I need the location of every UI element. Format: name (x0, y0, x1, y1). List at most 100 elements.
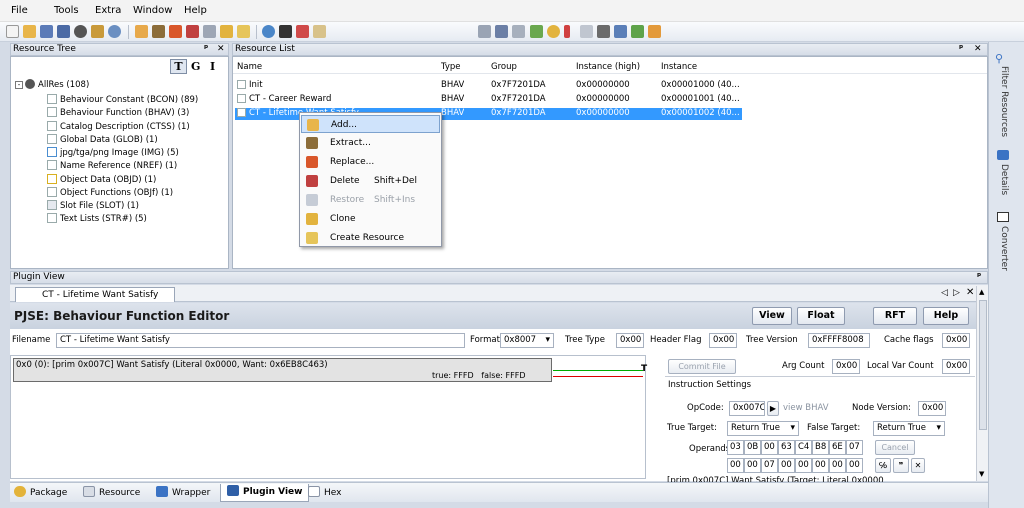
tree-item[interactable]: Behaviour Constant (BCON) (89) (47, 94, 198, 106)
cancel-button[interactable]: Cancel (875, 440, 915, 455)
tab-scroll-left-icon[interactable]: ◁ (941, 288, 948, 298)
new-file-icon[interactable] (6, 25, 19, 38)
menu-item-replace[interactable]: Replace... (301, 153, 440, 171)
operand-byte[interactable]: 0B (744, 440, 761, 455)
local-var-count-field[interactable]: 0x00 (942, 359, 970, 374)
column-header-name[interactable]: Name (237, 62, 262, 73)
wizard-icon[interactable]: ℅ (875, 458, 891, 473)
tree-version-field[interactable]: 0xFFFF8008 (808, 333, 870, 348)
column-header-type[interactable]: Type (441, 62, 461, 73)
scroll-down-icon[interactable]: ▼ (979, 470, 984, 478)
restore-icon[interactable] (203, 25, 216, 38)
converter-icon[interactable] (997, 212, 1009, 222)
operand-byte[interactable]: 00 (778, 458, 795, 473)
package-icon[interactable] (152, 25, 165, 38)
save-icon[interactable] (40, 25, 53, 38)
tab-wrapper[interactable]: Wrapper (156, 486, 210, 501)
window-icon[interactable] (614, 25, 627, 38)
editor-scrollbar[interactable]: ▲ ▼ (976, 286, 988, 481)
remove-icon[interactable] (580, 25, 593, 38)
operand-byte[interactable]: 00 (812, 458, 829, 473)
column-header-instance-high[interactable]: Instance (high) (576, 62, 640, 73)
menu-item-create-resource[interactable]: Create Resource (301, 229, 440, 247)
menu-tools[interactable]: Tools (54, 5, 79, 16)
tree-item[interactable]: Object Data (OBJD) (1) (47, 174, 156, 186)
operand-byte[interactable]: 07 (761, 458, 778, 473)
menu-extra[interactable]: Extra (95, 5, 121, 16)
filter-t-button[interactable]: T (170, 59, 187, 74)
operand-byte[interactable]: 6E (829, 440, 846, 455)
operand-byte[interactable]: 00 (795, 458, 812, 473)
tree-root[interactable]: - AllRes (108) (15, 79, 89, 91)
header-flag-field[interactable]: 0x00 (709, 333, 737, 348)
preview-icon[interactable] (495, 25, 508, 38)
view-icon[interactable] (512, 25, 525, 38)
operand-byte[interactable]: 63 (778, 440, 795, 455)
save-as-icon[interactable] (57, 25, 70, 38)
menu-file[interactable]: File (11, 5, 28, 16)
false-target-select[interactable]: Return True (873, 421, 945, 436)
tree-item[interactable]: Behaviour Function (BHAV) (3) (47, 107, 189, 119)
details-icon[interactable] (997, 150, 1009, 160)
tab-hex[interactable]: Hex (308, 486, 341, 501)
node-version-field[interactable]: 0x00 (918, 401, 946, 416)
view-bhav-link[interactable]: view BHAV (783, 402, 829, 415)
operand-byte[interactable]: 03 (727, 440, 744, 455)
operand-byte[interactable]: 00 (744, 458, 761, 473)
column-header-instance[interactable]: Instance (661, 62, 697, 73)
tree-item[interactable]: Slot File (SLOT) (1) (47, 200, 139, 212)
tree-type-field[interactable]: 0x00 (616, 333, 644, 348)
pin-icon[interactable]: ᵖ (959, 44, 963, 55)
operand-byte[interactable]: 07 (846, 440, 863, 455)
close-panel-icon[interactable]: ✕ (217, 44, 225, 55)
smiley-icon[interactable] (547, 25, 560, 38)
operand-byte[interactable]: 00 (829, 458, 846, 473)
menu-item-extract[interactable]: Extract... (301, 134, 440, 152)
cross-icon[interactable] (296, 25, 309, 38)
pin-icon[interactable]: ᵖ (977, 272, 981, 283)
document-icon[interactable] (478, 25, 491, 38)
refresh-icon[interactable] (262, 25, 275, 38)
menu-item-delete[interactable]: Delete Shift+Del (301, 172, 440, 190)
tab-close-icon[interactable]: ✕ (966, 287, 974, 298)
bar-icon[interactable] (564, 25, 570, 38)
sort-icon[interactable] (279, 25, 292, 38)
instruction-node[interactable]: 0x0 (0): [prim 0x007C] Want Satisfy (Lit… (13, 358, 552, 382)
clone-icon[interactable] (220, 25, 233, 38)
camera-icon[interactable] (597, 25, 610, 38)
create-resource-icon[interactable] (237, 25, 250, 38)
tab-converter[interactable]: Converter (999, 226, 1009, 271)
tag-icon[interactable] (313, 25, 326, 38)
menu-window[interactable]: Window (133, 5, 172, 16)
close-icon[interactable] (74, 25, 87, 38)
scroll-up-icon[interactable]: ▲ (979, 288, 984, 296)
table-row[interactable]: Init BHAV 0x7F7201DA 0x00000000 0x000010… (235, 80, 742, 92)
tab-filter-resources[interactable]: Filter Resources (999, 66, 1009, 137)
true-target-select[interactable]: Return True (727, 421, 799, 436)
delete-icon[interactable] (186, 25, 199, 38)
tree-item[interactable]: Catalog Description (CTSS) (1) (47, 121, 190, 133)
table-row[interactable]: CT - Career Reward BHAV 0x7F7201DA 0x000… (235, 94, 742, 106)
folder-open-icon[interactable] (135, 25, 148, 38)
menu-item-add[interactable]: Add... (301, 115, 440, 133)
pin-icon[interactable]: ᵖ (204, 44, 208, 55)
rft-button[interactable]: RFT (873, 307, 917, 325)
opcode-field[interactable]: 0x007C (729, 401, 765, 416)
tree-icon[interactable] (631, 25, 644, 38)
menu-item-clone[interactable]: Clone (301, 210, 440, 228)
tab-plugin-document[interactable]: CT - Lifetime Want Satisfy (15, 287, 175, 302)
clear-icon[interactable]: ✕ (911, 458, 925, 473)
play-icon[interactable]: ▶ (767, 401, 779, 416)
grid-icon[interactable] (530, 25, 543, 38)
commit-file-button[interactable]: Commit File (668, 359, 736, 374)
tab-package[interactable]: Package (14, 486, 67, 501)
plugin-icon[interactable] (648, 25, 661, 38)
tree-item[interactable]: jpg/tga/png Image (IMG) (5) (47, 147, 179, 159)
tab-plugin-view[interactable]: Plugin View (220, 484, 310, 502)
format-select[interactable]: 0x8007 (500, 333, 554, 348)
operand-byte[interactable]: 00 (727, 458, 744, 473)
tree-item[interactable]: Object Functions (OBJf) (1) (47, 187, 173, 199)
collapse-icon[interactable]: - (15, 81, 23, 89)
help-button[interactable]: Help (923, 307, 969, 325)
filename-field[interactable]: CT - Lifetime Want Satisfy (56, 333, 465, 348)
